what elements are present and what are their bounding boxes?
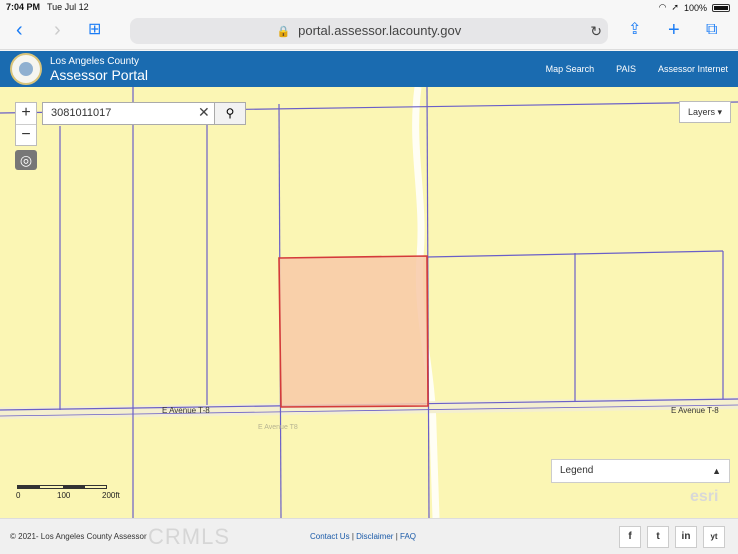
nav-map-search[interactable]: Map Search xyxy=(546,64,595,74)
county-seal-logo[interactable] xyxy=(10,53,42,85)
scale-label-0: 0 xyxy=(16,491,21,500)
twitter-icon[interactable]: t xyxy=(647,526,669,548)
road-label-right: E Avenue T-8 xyxy=(671,406,719,415)
zoom-in-button[interactable]: + xyxy=(16,103,36,124)
road-label-faint: E Avenue T8 xyxy=(258,424,298,431)
footer-links: Contact Us | Disclaimer | FAQ xyxy=(310,532,417,541)
legend-panel[interactable]: Legend ▲ xyxy=(551,459,730,483)
battery-icon xyxy=(712,3,730,12)
parcel-search-input[interactable]: 3081011017 xyxy=(42,102,216,125)
clear-search-icon[interactable]: ✕ xyxy=(198,104,210,121)
status-date: Tue Jul 12 xyxy=(47,2,89,12)
battery-percent: 100% xyxy=(683,2,707,13)
back-icon[interactable]: ‹ xyxy=(16,19,23,41)
reload-icon[interactable]: ↻ xyxy=(590,18,602,44)
portal-footer: © 2021- Los Angeles County Assessor CRML… xyxy=(0,518,738,554)
youtube-icon[interactable]: yt xyxy=(703,526,725,548)
legend-label: Legend xyxy=(560,465,594,476)
url-text: portal.assessor.lacounty.gov xyxy=(298,23,462,38)
contact-us-link[interactable]: Contact Us xyxy=(310,532,350,541)
portal-header: Los Angeles County Assessor Portal Map S… xyxy=(0,51,738,87)
facebook-icon[interactable]: f xyxy=(619,526,641,548)
lock-icon: 🔒 xyxy=(276,26,291,38)
zoom-control: + − xyxy=(15,102,37,146)
search-button[interactable]: ⚲ xyxy=(214,102,246,125)
esri-logo: esri xyxy=(690,488,719,505)
scale-label-200: 200ft xyxy=(102,491,120,500)
zoom-out-button[interactable]: − xyxy=(16,124,36,145)
forward-icon[interactable]: › xyxy=(54,19,61,41)
new-tab-icon[interactable]: + xyxy=(668,19,680,41)
status-time: 7:04 PM xyxy=(6,2,41,12)
locate-icon[interactable]: ◎ xyxy=(15,150,37,170)
linkedin-icon[interactable]: in xyxy=(675,526,697,548)
nav-pais[interactable]: PAIS xyxy=(616,64,636,74)
location-icon: ➚ xyxy=(671,2,679,12)
copyright-text: © 2021- Los Angeles County Assessor xyxy=(10,532,147,541)
chevron-up-icon[interactable]: ▲ xyxy=(712,460,721,482)
road-label-left: E Avenue T-8 xyxy=(162,406,210,415)
wifi-icon: ◠ xyxy=(658,2,667,12)
parcel-map[interactable]: E Avenue T-8 E Avenue T-8 E Avenue T8 xyxy=(0,87,738,518)
selected-parcel xyxy=(278,255,429,408)
layers-button[interactable]: Layers ▾ xyxy=(679,101,731,123)
scale-label-100: 100 xyxy=(57,491,71,500)
header-nav: Map Search PAIS Assessor Internet xyxy=(546,64,728,74)
disclaimer-link[interactable]: Disclaimer xyxy=(356,532,393,541)
tabs-icon[interactable]: ⧉ xyxy=(706,19,717,41)
parcel-lines xyxy=(0,87,738,518)
org-name: Los Angeles County xyxy=(50,56,139,67)
nav-assessor-internet[interactable]: Assessor Internet xyxy=(658,64,728,74)
search-icon: ⚲ xyxy=(225,106,235,120)
portal-title[interactable]: Assessor Portal xyxy=(50,67,148,83)
address-bar[interactable]: 🔒 portal.assessor.lacounty.gov ↻ xyxy=(130,18,608,44)
bookmarks-icon[interactable]: ⊞ xyxy=(88,19,101,41)
browser-toolbar: ‹ › ⊞ 🔒 portal.assessor.lacounty.gov ↻ ⇪… xyxy=(0,14,738,50)
faq-link[interactable]: FAQ xyxy=(400,532,416,541)
status-bar: 7:04 PM Tue Jul 12 ◠ ➚ 100% xyxy=(0,0,738,14)
watermark: CRMLS xyxy=(148,524,231,549)
status-right: ◠ ➚ 100% xyxy=(659,2,730,13)
share-icon[interactable]: ⇪ xyxy=(628,19,641,41)
